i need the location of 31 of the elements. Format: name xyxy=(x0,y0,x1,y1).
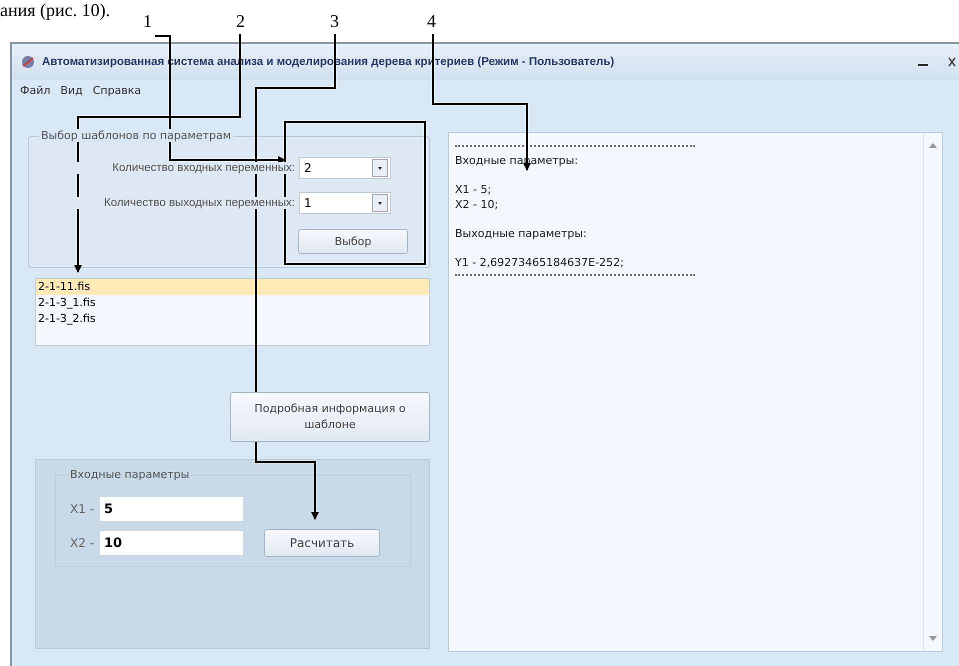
callout-number: 1 xyxy=(143,12,152,30)
field-label: X1 - xyxy=(70,502,95,516)
app-icon xyxy=(20,54,36,70)
close-icon[interactable] xyxy=(948,57,956,67)
group-title: Входные параметры xyxy=(68,468,192,481)
list-item[interactable]: 2-1-11.fis xyxy=(36,279,429,295)
output-line: X2 - 10; xyxy=(455,197,500,212)
input-field[interactable]: 10 xyxy=(100,531,243,555)
document-text: ания (рис. 10). xyxy=(0,0,110,20)
callout-number: 3 xyxy=(330,12,339,30)
menu-item[interactable]: Файл xyxy=(20,84,50,97)
group-title: Выбор шаблонов по параметрам xyxy=(39,129,234,142)
output-line: Выходные параметры: xyxy=(455,226,588,241)
details-button[interactable]: Подробная информация о шаблоне xyxy=(230,392,430,442)
dropdown[interactable]: 2 xyxy=(299,157,391,179)
minimize-icon[interactable] xyxy=(918,63,928,67)
scroll-up-icon[interactable] xyxy=(929,143,937,148)
scroll-down-icon[interactable] xyxy=(929,636,937,641)
output-line: X1 - 5; xyxy=(455,182,492,197)
list-item[interactable]: 2-1-3_1.fis xyxy=(36,295,429,311)
field-label: X2 - xyxy=(70,536,95,550)
menu-item[interactable]: Вид xyxy=(60,84,83,97)
output-line: Y1 - 2,69273465184637E-252; xyxy=(455,255,625,270)
select-button[interactable]: Выбор xyxy=(298,229,408,254)
callout-number: 2 xyxy=(236,12,245,30)
callout-number: 4 xyxy=(427,12,436,30)
dropdown[interactable]: 1 xyxy=(299,192,391,214)
input-field[interactable]: 5 xyxy=(100,497,243,521)
calculate-button[interactable]: Расчитать xyxy=(264,529,380,557)
menu-item[interactable]: Справка xyxy=(92,84,142,97)
list-item[interactable]: 2-1-3_2.fis xyxy=(36,311,429,327)
